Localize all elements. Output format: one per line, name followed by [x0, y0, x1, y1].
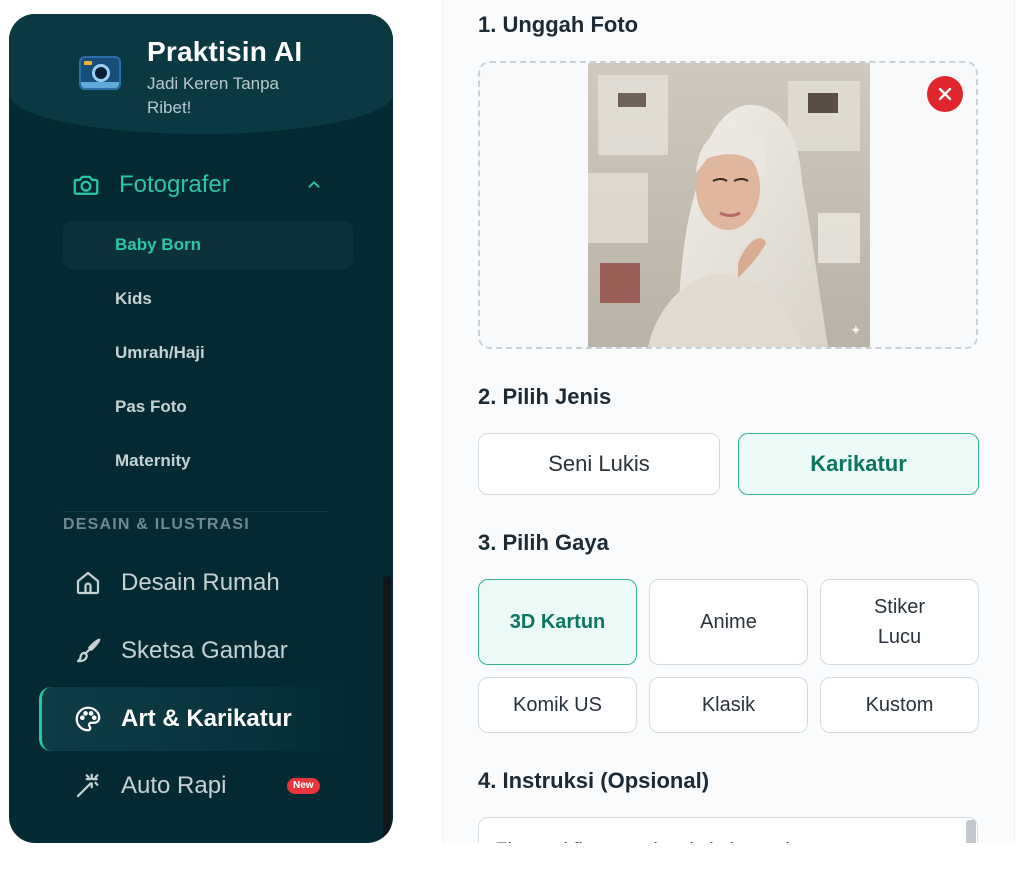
sidebar-item-label: Desain Rumah	[121, 569, 280, 596]
remove-photo-button[interactable]	[927, 76, 963, 112]
brand-title: Praktisin AI	[147, 36, 303, 67]
close-icon	[938, 87, 952, 101]
brush-icon	[76, 638, 101, 663]
sidebar: Praktisin AI Jadi Keren Tanpa Ribet! Fot…	[9, 14, 393, 843]
style-option-anime[interactable]: Anime	[649, 579, 808, 665]
sidebar-scrollbar[interactable]	[383, 576, 391, 843]
brand-tagline: Jadi Keren Tanpa Ribet!	[147, 74, 280, 117]
svg-text:✦: ✦	[850, 322, 862, 338]
sidebar-item-label: Art & Karikatur	[121, 705, 292, 732]
camera-logo-icon	[79, 56, 121, 90]
viewport-bottom	[0, 843, 1032, 869]
house-icon	[76, 571, 100, 595]
uploaded-photo: ✦	[588, 63, 870, 347]
nav-group-fotografer[interactable]: Fotografer	[71, 170, 331, 200]
type-option-karikatur[interactable]: Karikatur	[738, 433, 979, 495]
camera-icon	[73, 175, 99, 195]
sidebar-item-sketsa-gambar[interactable]: Sketsa Gambar	[39, 619, 349, 683]
sidebar-item-art-karikatur[interactable]: Art & Karikatur	[39, 687, 349, 751]
section-label-desain: DESAIN & ILUSTRASI	[63, 516, 250, 533]
sidebar-item-label: Sketsa Gambar	[121, 637, 288, 664]
sidebar-item-auto-rapi[interactable]: Auto Rapi New	[39, 754, 349, 818]
style-option-label: Stiker Lucu	[873, 596, 926, 648]
upload-dropzone[interactable]: ✦	[478, 61, 978, 349]
sidebar-item-umrah-haji[interactable]: Umrah/Haji	[63, 329, 353, 377]
type-option-seni-lukis[interactable]: Seni Lukis	[478, 433, 720, 495]
sidebar-item-kids[interactable]: Kids	[63, 275, 353, 323]
app-page: Praktisin AI Jadi Keren Tanpa Ribet! Fot…	[0, 0, 1032, 869]
style-option-klasik[interactable]: Klasik	[649, 677, 808, 733]
sidebar-item-desain-rumah[interactable]: Desain Rumah	[39, 551, 349, 615]
style-option-3d-kartun[interactable]: 3D Kartun	[478, 579, 637, 665]
style-option-kustom[interactable]: Kustom	[820, 677, 979, 733]
sidebar-item-baby-born[interactable]: Baby Born	[63, 221, 353, 269]
chevron-up-icon[interactable]	[303, 174, 325, 196]
sidebar-item-maternity[interactable]: Maternity	[63, 437, 353, 485]
style-option-stiker-lucu[interactable]: Stiker Lucu	[820, 579, 979, 665]
new-badge: New	[287, 778, 320, 794]
sidebar-item-pas-foto[interactable]: Pas Foto	[63, 383, 353, 431]
style-heading: 3. Pilih Gaya	[478, 530, 609, 555]
nav-group-label: Fotografer	[119, 171, 230, 198]
magic-wand-icon	[76, 773, 99, 798]
instructions-heading: 4. Instruksi (Opsional)	[478, 768, 710, 793]
palette-icon	[75, 706, 101, 732]
portrait-image: ✦	[588, 63, 870, 347]
style-option-komik-us[interactable]: Komik US	[478, 677, 637, 733]
brand-header: Praktisin AI Jadi Keren Tanpa Ribet!	[9, 14, 393, 134]
sidebar-item-label: Auto Rapi	[121, 772, 227, 799]
upload-heading: 1. Unggah Foto	[478, 12, 639, 37]
type-heading: 2. Pilih Jenis	[478, 384, 612, 409]
section-divider	[63, 511, 328, 512]
